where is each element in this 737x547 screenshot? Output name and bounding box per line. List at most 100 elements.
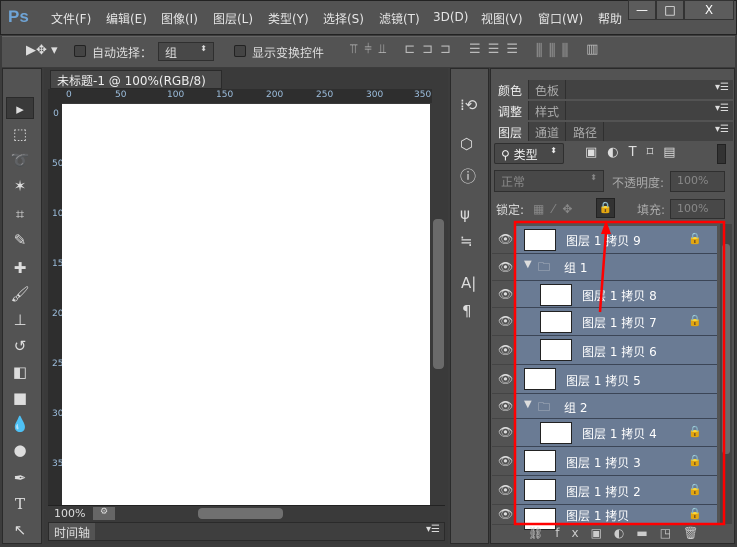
type-tool-icon[interactable]: T: [6, 493, 34, 515]
stamp-tool-icon[interactable]: ⊥: [6, 309, 34, 331]
expand-arrow-icon[interactable]: ▼: [524, 259, 532, 270]
visibility-toggle[interactable]: 👁: [492, 476, 516, 505]
filter-icons[interactable]: ▣◐T⌑▤: [585, 145, 686, 160]
pen-tool-icon[interactable]: ✒: [6, 467, 34, 489]
lock-all-button[interactable]: 🔒: [596, 198, 615, 218]
layer-row[interactable]: 图层 1 拷贝 8: [516, 281, 717, 308]
link-icon[interactable]: ⛓: [528, 526, 555, 540]
visibility-toggle[interactable]: 👁: [492, 226, 516, 254]
filter-toggle[interactable]: [717, 144, 726, 164]
layer-row[interactable]: 图层 1 拷贝 3 🔒: [516, 447, 717, 476]
menu-3d[interactable]: 3D(D): [433, 10, 468, 24]
lasso-tool-icon[interactable]: ➰: [6, 149, 34, 171]
visibility-toggle[interactable]: 👁: [492, 336, 516, 365]
minimize-button[interactable]: —: [628, 0, 656, 20]
menu-type[interactable]: 类型(Y): [268, 10, 309, 27]
close-button[interactable]: X: [684, 0, 734, 20]
paragraph-icon[interactable]: ¶: [462, 302, 472, 320]
layer-group-row[interactable]: ▼ 🗀 组 1: [516, 254, 717, 281]
vertical-scrollbar[interactable]: [432, 89, 445, 505]
menu-select[interactable]: 选择(S): [323, 10, 364, 27]
layer-row[interactable]: 图层 1 拷贝 9 🔒: [516, 226, 717, 254]
panel-menu-icon[interactable]: ▾☰: [715, 103, 729, 114]
visibility-toggle[interactable]: 👁: [492, 254, 516, 281]
fx-icon[interactable]: fx: [555, 526, 590, 540]
menu-help[interactable]: 帮助: [598, 10, 628, 27]
tab-layers[interactable]: 图层: [492, 122, 530, 141]
blur-tool-icon[interactable]: 💧: [6, 413, 34, 435]
visibility-toggle[interactable]: 👁: [492, 505, 516, 525]
eraser-icon[interactable]: ◧: [6, 361, 34, 383]
auto-select-checkbox[interactable]: [74, 45, 86, 57]
visibility-toggle[interactable]: 👁: [492, 365, 516, 394]
history-icon[interactable]: ⁞⟲: [460, 96, 477, 114]
move-tool-icon[interactable]: ▸: [6, 97, 34, 119]
menu-view[interactable]: 视图(V): [481, 10, 523, 27]
maximize-button[interactable]: □: [656, 0, 684, 20]
layers-scrollbar[interactable]: [720, 224, 732, 524]
visibility-toggle[interactable]: 👁: [492, 394, 516, 419]
character-icon[interactable]: A|: [461, 274, 476, 292]
panel-menu-icon[interactable]: ▾☰: [715, 82, 729, 93]
marquee-tool-icon[interactable]: ⬚: [6, 123, 34, 145]
gradient-tool-icon[interactable]: ■: [6, 387, 34, 409]
adjustment-layer-icon[interactable]: ◐: [614, 526, 636, 540]
filter-kind-dropdown[interactable]: ⚲ 类型 ⬍: [494, 143, 564, 164]
align-icons[interactable]: ⫪⫩⫫ ⊏⊐⊐ ☰☰☰ ⫼⫼⫼ ▥: [350, 42, 605, 57]
status-menu-icon[interactable]: ⚙: [93, 507, 115, 520]
expand-arrow-icon[interactable]: ▼: [524, 399, 532, 410]
history-brush-icon[interactable]: ↺: [6, 335, 34, 357]
panel-menu-icon[interactable]: ▾☰: [715, 124, 729, 135]
info-icon[interactable]: ⓘ: [460, 163, 476, 187]
clone-source-icon[interactable]: ≒: [460, 232, 473, 250]
3d-icon[interactable]: ⬡: [460, 135, 473, 153]
document-tab[interactable]: 未标题-1 @ 100%(RGB/8) * ×: [50, 70, 222, 103]
layer-row[interactable]: 图层 1 拷贝 7 🔒: [516, 308, 717, 336]
layer-row[interactable]: 图层 1 拷贝 2 🔒: [516, 476, 717, 505]
path-select-icon[interactable]: ↖: [6, 519, 34, 541]
auto-select-dropdown[interactable]: 组 ⬍: [158, 42, 214, 61]
canvas[interactable]: [62, 104, 430, 505]
layer-group-row[interactable]: ▼ 🗀 组 2: [516, 394, 717, 419]
tab-channels[interactable]: 通道: [529, 122, 567, 141]
brush-presets-icon[interactable]: ψ: [460, 205, 470, 223]
move-tool-icon[interactable]: ▶✥ ▾: [26, 43, 58, 58]
visibility-toggle[interactable]: 👁: [492, 419, 516, 447]
new-group-icon[interactable]: ▬: [636, 526, 659, 540]
visibility-toggle[interactable]: 👁: [492, 308, 516, 336]
fill-input[interactable]: 100%: [670, 199, 725, 219]
mask-icon[interactable]: ▣: [591, 526, 614, 540]
horizontal-scrollbar[interactable]: [198, 508, 283, 519]
panel-menu-icon[interactable]: ▾☰: [426, 524, 440, 535]
menu-layer[interactable]: 图层(L): [213, 10, 253, 27]
layer-row[interactable]: 图层 1 拷贝 6: [516, 336, 717, 365]
lock-options-icons[interactable]: ▦⁄✥: [533, 202, 580, 216]
zoom-level[interactable]: 100%: [54, 507, 85, 520]
tab-paths[interactable]: 路径: [567, 122, 605, 141]
blend-mode-dropdown[interactable]: 正常 ⬍: [494, 170, 604, 192]
tab-color[interactable]: 颜色: [492, 80, 530, 99]
menu-image[interactable]: 图像(I): [161, 10, 198, 27]
tab-swatches[interactable]: 色板: [529, 80, 567, 99]
crop-tool-icon[interactable]: ⌗: [6, 203, 34, 225]
layer-row[interactable]: 图层 1 拷贝 4 🔒: [516, 419, 717, 447]
opacity-input[interactable]: 100%: [670, 171, 725, 192]
trash-icon[interactable]: 🗑: [683, 526, 710, 540]
layer-row[interactable]: 图层 1 拷贝 🔒: [516, 505, 717, 530]
visibility-toggle[interactable]: 👁: [492, 447, 516, 476]
healing-brush-icon[interactable]: ✚: [6, 257, 34, 279]
dodge-tool-icon[interactable]: ●: [6, 439, 34, 461]
magic-wand-icon[interactable]: ✶: [6, 175, 34, 197]
tab-adjustments[interactable]: 调整: [492, 101, 530, 120]
tab-timeline[interactable]: 时间轴: [49, 523, 96, 540]
layer-row[interactable]: 图层 1 拷贝 5: [516, 365, 717, 394]
menu-file[interactable]: 文件(F): [51, 10, 91, 27]
visibility-toggle[interactable]: 👁: [492, 281, 516, 308]
brush-tool-icon[interactable]: 🖌: [6, 283, 34, 305]
tab-styles[interactable]: 样式: [529, 101, 567, 120]
new-layer-icon[interactable]: ◳: [660, 526, 683, 540]
menu-edit[interactable]: 编辑(E): [106, 10, 147, 27]
eyedropper-icon[interactable]: ✎: [6, 229, 34, 251]
menu-filter[interactable]: 滤镜(T): [379, 10, 420, 27]
menu-window[interactable]: 窗口(W): [538, 10, 583, 27]
